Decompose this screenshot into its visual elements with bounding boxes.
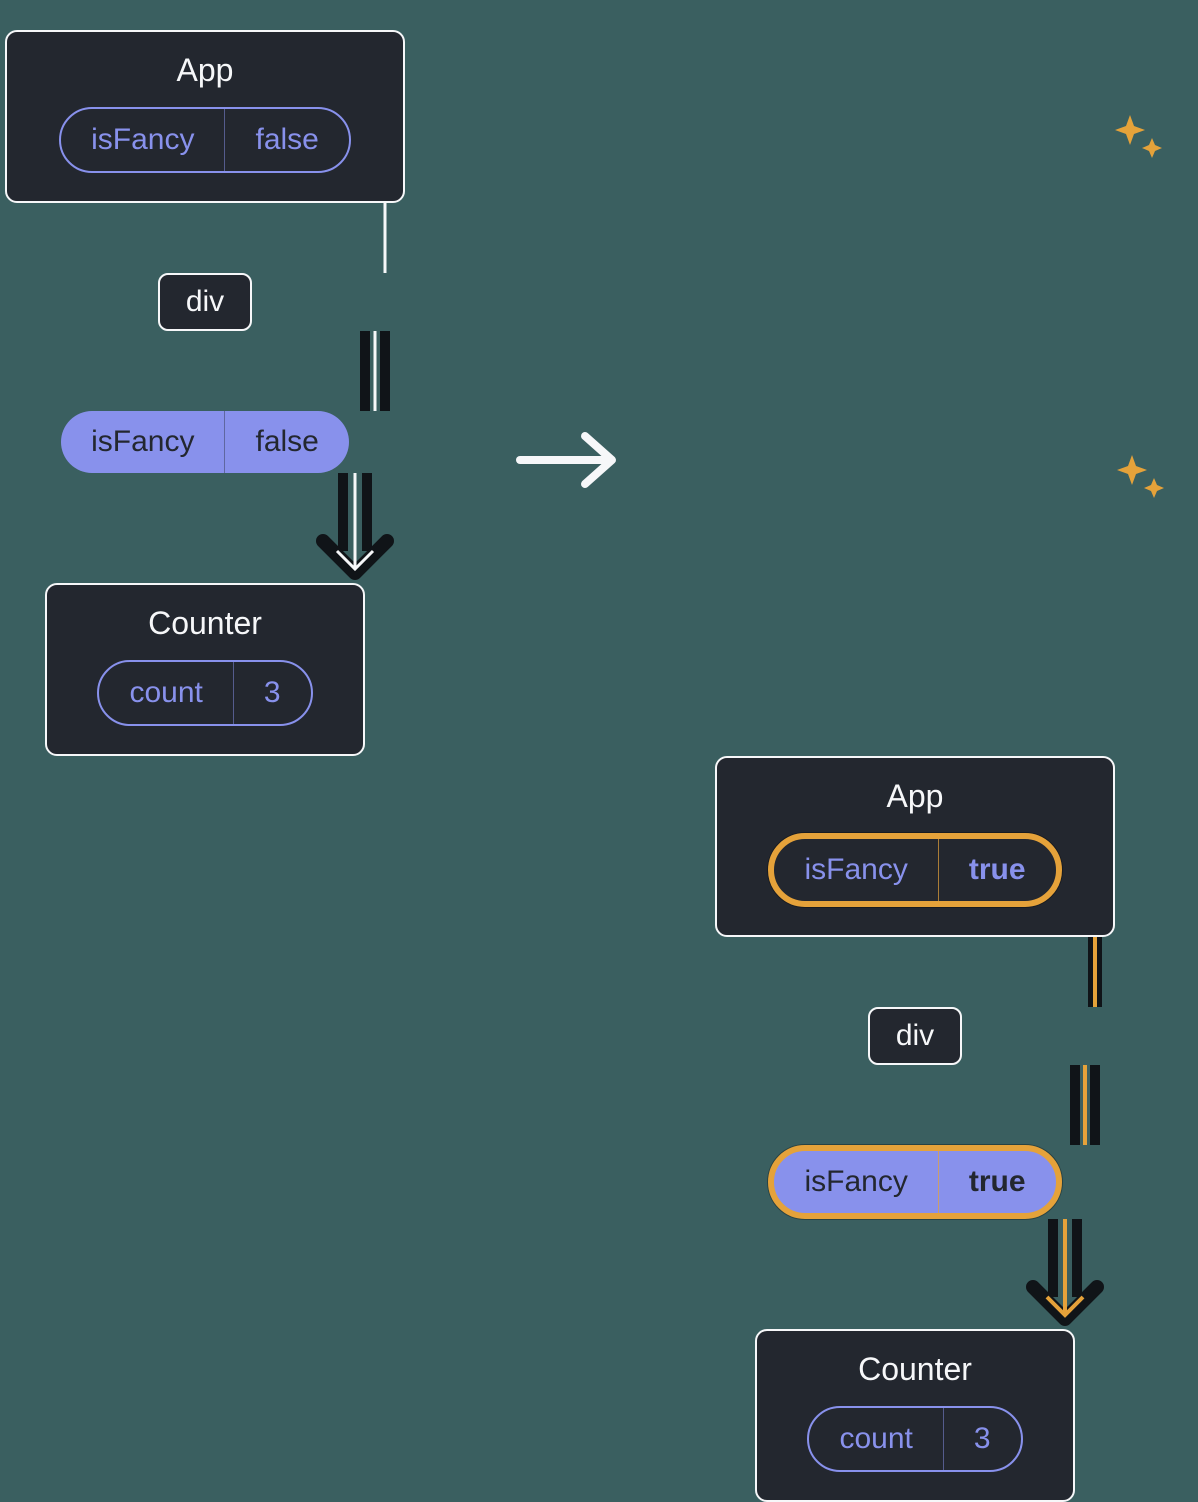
connector-pill-counter xyxy=(305,473,405,583)
props-prop-value: true xyxy=(939,1151,1056,1213)
app-prop-label: isFancy xyxy=(774,839,938,901)
props-prop-label: isFancy xyxy=(61,411,225,473)
props-pill-inner: isFancy false xyxy=(61,411,349,473)
app-state-pill: isFancy false xyxy=(59,107,351,173)
counter-prop-label: count xyxy=(99,662,233,724)
counter-title: Counter xyxy=(858,1351,972,1388)
app-node: App isFancy true xyxy=(715,756,1115,937)
app-title: App xyxy=(887,778,944,815)
connector-div-pill xyxy=(1055,1065,1115,1145)
counter-title: Counter xyxy=(148,605,262,642)
diagram-root: App isFancy false div isFancy fal xyxy=(0,0,1198,921)
transition-arrow-icon xyxy=(510,420,630,500)
counter-node: Counter count 3 xyxy=(755,1329,1075,1502)
sparkle-icon xyxy=(1110,110,1170,170)
connector-div-pill xyxy=(345,331,405,411)
app-title: App xyxy=(177,52,234,89)
counter-prop-label: count xyxy=(809,1408,943,1470)
props-prop-label: isFancy xyxy=(774,1151,938,1213)
app-prop-label: isFancy xyxy=(61,109,225,171)
app-state-pill-highlighted: isFancy true xyxy=(768,833,1061,907)
counter-prop-value: 3 xyxy=(944,1408,1021,1470)
app-node: App isFancy false xyxy=(5,30,405,203)
props-prop-value: false xyxy=(225,411,348,473)
props-pill-highlighted: isFancy true xyxy=(768,1145,1061,1219)
connector-app-div xyxy=(1075,937,1115,1007)
counter-state-pill: count 3 xyxy=(807,1406,1022,1472)
app-prop-value: true xyxy=(939,839,1056,901)
counter-prop-value: 3 xyxy=(234,662,311,724)
div-label: div xyxy=(186,285,224,319)
props-pill-inner: isFancy true xyxy=(768,1145,1061,1219)
app-prop-value: false xyxy=(225,109,348,171)
connector-app-div xyxy=(365,203,405,273)
counter-state-pill: count 3 xyxy=(97,660,312,726)
connector-pill-counter xyxy=(1015,1219,1115,1329)
sparkle-icon xyxy=(1112,450,1172,510)
counter-node: Counter count 3 xyxy=(45,583,365,756)
right-column: App isFancy true div isFancy xyxy=(715,756,1115,1502)
div-node: div xyxy=(158,273,252,331)
div-label: div xyxy=(896,1019,934,1053)
div-node: div xyxy=(868,1007,962,1065)
props-pill: isFancy false xyxy=(61,411,349,473)
left-column: App isFancy false div isFancy fal xyxy=(5,30,405,756)
